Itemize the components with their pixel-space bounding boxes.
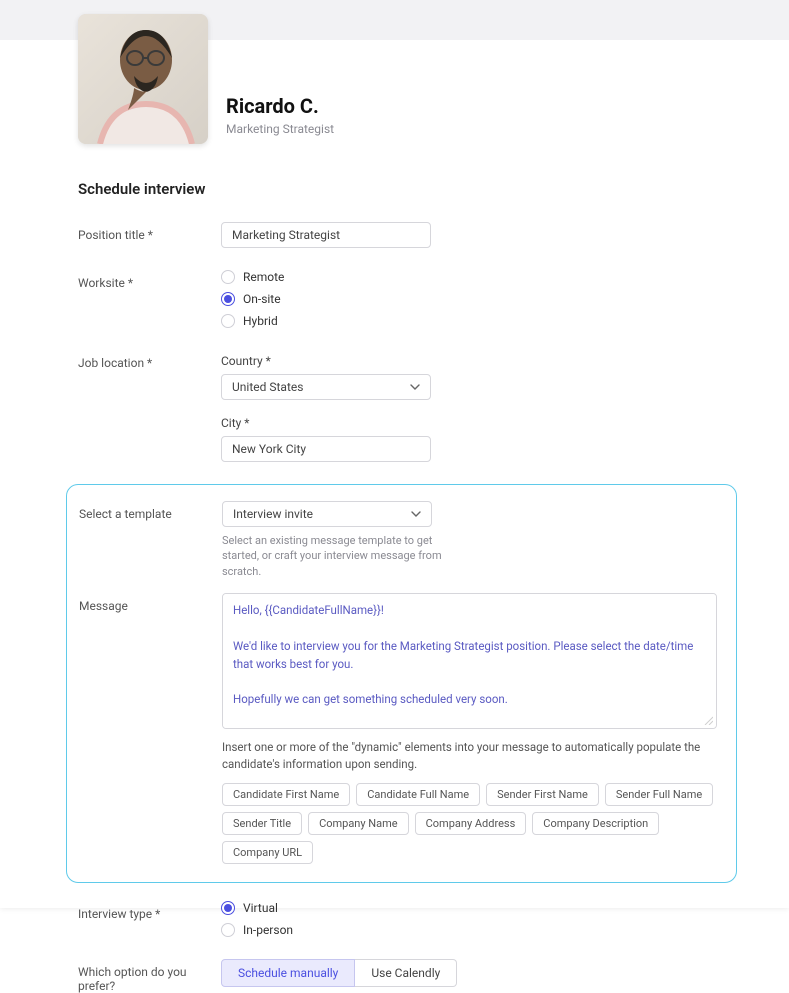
section-title: Schedule interview — [78, 180, 711, 198]
template-help-text: Select an existing message template to g… — [222, 533, 457, 579]
dynamic-chip-sender-full-name[interactable]: Sender Full Name — [605, 783, 713, 806]
dynamic-chip-sender-title[interactable]: Sender Title — [222, 812, 302, 835]
candidate-header: Ricardo C. Marketing Strategist — [78, 14, 711, 144]
dynamic-chips-row: Candidate First Name Candidate Full Name S… — [222, 783, 717, 864]
radio-icon — [221, 270, 235, 284]
position-title-label: Position title * — [78, 222, 221, 242]
schedule-option-use-calendly[interactable]: Use Calendly — [355, 959, 457, 987]
candidate-title: Marketing Strategist — [226, 122, 334, 136]
dynamic-chip-company-description[interactable]: Company Description — [532, 812, 659, 835]
country-value: United States — [232, 380, 303, 394]
message-textarea[interactable]: Hello, {{CandidateFullName}}! We'd like … — [222, 593, 717, 729]
dynamic-elements-help: Insert one or more of the "dynamic" elem… — [222, 739, 717, 772]
worksite-radio-group: Remote On-site Hybrid — [221, 270, 711, 328]
city-label: City * — [221, 416, 711, 430]
message-template-panel: Select a template Interview invite Selec… — [66, 484, 737, 883]
worksite-option-remote[interactable]: Remote — [221, 270, 711, 284]
avatar-image — [78, 14, 208, 144]
radio-label: Remote — [243, 270, 284, 284]
dynamic-chip-sender-first-name[interactable]: Sender First Name — [486, 783, 599, 806]
schedule-pref-label: Which option do you prefer? — [78, 959, 221, 993]
resize-handle-icon[interactable] — [703, 715, 713, 725]
worksite-option-hybrid[interactable]: Hybrid — [221, 314, 711, 328]
radio-icon — [221, 923, 235, 937]
city-input[interactable]: New York City — [221, 436, 431, 462]
job-location-label: Job location * — [78, 350, 221, 370]
city-value: New York City — [232, 442, 306, 456]
message-body: Hello, {{CandidateFullName}}! We'd like … — [233, 602, 706, 729]
country-select[interactable]: United States — [221, 374, 431, 400]
schedule-interview-page: Ricardo C. Marketing Strategist Schedule… — [0, 0, 789, 908]
dynamic-chip-company-address[interactable]: Company Address — [415, 812, 527, 835]
template-label: Select a template — [79, 501, 222, 521]
radio-label: In-person — [243, 923, 293, 937]
template-select[interactable]: Interview invite — [222, 501, 432, 527]
country-label: Country * — [221, 354, 711, 368]
interview-type-radio-group: VirtualIn-person — [221, 901, 711, 937]
dynamic-chip-company-name[interactable]: Company Name — [308, 812, 409, 835]
chevron-down-icon — [411, 511, 421, 517]
radio-label: Hybrid — [243, 314, 278, 328]
chevron-down-icon — [410, 384, 420, 390]
dynamic-chip-candidate-first-name[interactable]: Candidate First Name — [222, 783, 350, 806]
dynamic-chip-candidate-full-name[interactable]: Candidate Full Name — [356, 783, 480, 806]
radio-icon — [221, 314, 235, 328]
position-title-value: Marketing Strategist — [232, 228, 340, 242]
interview-type-option-in-person[interactable]: In-person — [221, 923, 711, 937]
schedule-pref-toggle: Schedule manuallyUse Calendly — [221, 959, 711, 987]
candidate-name: Ricardo C. — [226, 94, 334, 118]
worksite-label: Worksite * — [78, 270, 221, 290]
position-title-input[interactable]: Marketing Strategist — [221, 222, 431, 248]
interview-type-label: Interview type * — [78, 901, 221, 921]
radio-icon — [221, 292, 235, 306]
message-label: Message — [79, 593, 222, 613]
worksite-option-on-site[interactable]: On-site — [221, 292, 711, 306]
candidate-avatar — [78, 14, 208, 144]
template-value: Interview invite — [233, 507, 313, 521]
schedule-option-schedule-manually[interactable]: Schedule manually — [221, 959, 355, 987]
dynamic-chip-company-url[interactable]: Company URL — [222, 841, 313, 864]
radio-label: On-site — [243, 292, 281, 306]
